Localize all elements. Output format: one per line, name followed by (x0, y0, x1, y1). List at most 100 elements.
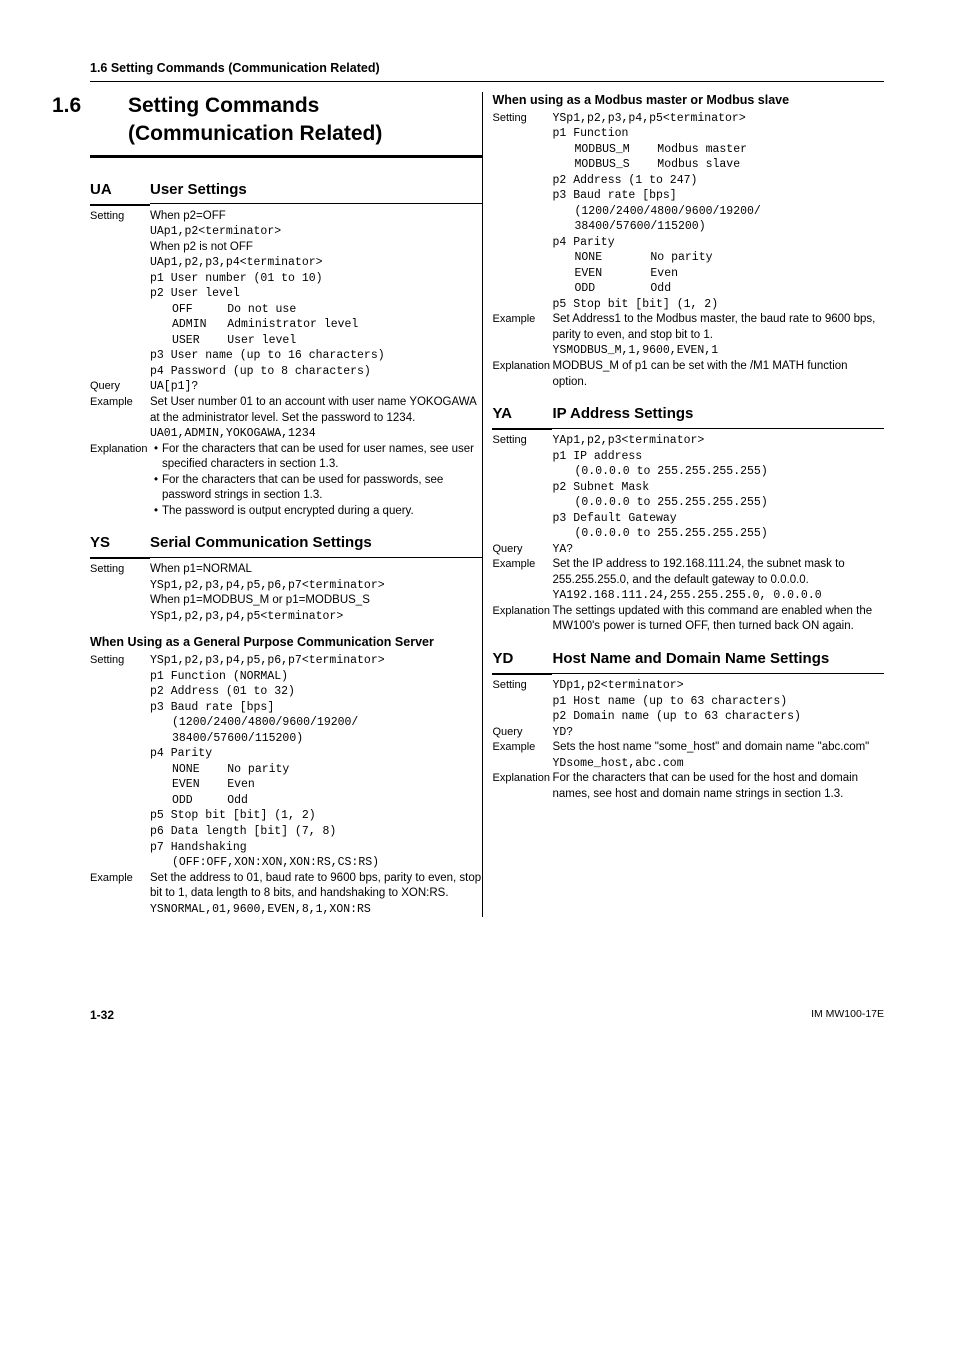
ya-setting: YAp1,p2,p3<terminator> (552, 433, 884, 449)
yd-query: YD? (552, 725, 884, 741)
ys-s1-p2: p2 Address (01 to 32) (150, 684, 482, 700)
ys-s1-p4: p4 Parity (150, 746, 482, 762)
ys-s2-p1-s: MODBUS_S Modbus slave (552, 157, 884, 173)
label-example: Example (492, 557, 552, 572)
ys-s1-p3c: 38400/57600/115200) (150, 731, 482, 747)
ua-ex2: UA01,ADMIN,YOKOGAWA,1234 (150, 426, 482, 442)
section-header: 1.6 Setting Commands (Communication Rela… (90, 60, 884, 82)
ys-s1-setting: YSp1,p2,p3,p4,p5,p6,p7<terminator> (150, 653, 482, 669)
ys-s1-p1: p1 Function (NORMAL) (150, 669, 482, 685)
ys-s2-p1: p1 Function (552, 126, 884, 142)
ys-s1-p4-odd: ODD Odd (150, 793, 482, 809)
ys-setting-l2: YSp1,p2,p3,p4,p5,p6,p7<terminator> (150, 578, 482, 594)
label-query: Query (90, 379, 150, 394)
ua-setting-l3: When p2 is not OFF (150, 240, 482, 256)
ua-setting-l4: UAp1,p2,p3,p4<terminator> (150, 255, 482, 271)
bullet-icon: • (150, 473, 162, 504)
ya-p1b: (0.0.0.0 to 255.255.255.255) (552, 464, 884, 480)
ua-exp-b1: For the characters that can be used for … (162, 442, 482, 473)
title-underline (90, 155, 482, 158)
ua-ex1: Set User number 01 to an account with us… (150, 395, 482, 426)
cmd-ya-head: YAIP Address Settings (492, 404, 884, 424)
doc-id: IM MW100-17E (811, 1007, 884, 1023)
right-column: When using as a Modbus master or Modbus … (482, 92, 884, 917)
ys-s1-p3b: (1200/2400/4800/9600/19200/ (150, 715, 482, 731)
label-setting: Setting (492, 678, 552, 693)
cmd-ys-underline (90, 557, 482, 559)
ys-s2-p3b: (1200/2400/4800/9600/19200/ (552, 204, 884, 220)
ya-p2: p2 Subnet Mask (552, 480, 884, 496)
cmd-yd-head: YDHost Name and Domain Name Settings (492, 649, 884, 669)
label-explanation: Explanation (492, 771, 552, 786)
ua-p1: p1 User number (01 to 10) (150, 271, 482, 287)
label-explanation: Explanation (492, 604, 552, 619)
ua-p2-admin: ADMIN Administrator level (150, 317, 482, 333)
cmd-yd-name: Host Name and Domain Name Settings (552, 650, 829, 667)
label-example: Example (90, 395, 150, 410)
cmd-ua-head: UAUser Settings (90, 180, 482, 200)
content-columns: 1.6Setting Commands (Communication Relat… (90, 92, 884, 917)
page-footer: 1-32 IM MW100-17E (90, 1007, 884, 1023)
ua-p2: p2 User level (150, 286, 482, 302)
yd-p1: p1 Host name (up to 63 characters) (552, 694, 884, 710)
yd-p2: p2 Domain name (up to 63 characters) (552, 709, 884, 725)
label-setting: Setting (90, 653, 150, 668)
cmd-ua-underline (90, 204, 482, 206)
ys-s2-p2: p2 Address (1 to 247) (552, 173, 884, 189)
ys-s1-p5: p5 Stop bit [bit] (1, 2) (150, 808, 482, 824)
yd-ex1: Sets the host name "some_host" and domai… (552, 740, 884, 756)
ua-p2-off: OFF Do not use (150, 302, 482, 318)
ys-s2-exp: MODBUS_M of p1 can be set with the /M1 M… (552, 359, 884, 390)
left-column: 1.6Setting Commands (Communication Relat… (90, 92, 482, 917)
ya-ex2: YA192.168.111.24,255.255.255.0, 0.0.0.0 (552, 588, 884, 604)
ys-s2-p3: p3 Baud rate [bps] (552, 188, 884, 204)
label-example: Example (492, 312, 552, 327)
ya-p3b: (0.0.0.0 to 255.255.255.255) (552, 526, 884, 542)
ys-s2-p1-m: MODBUS_M Modbus master (552, 142, 884, 158)
ys-s2-p4-even: EVEN Even (552, 266, 884, 282)
ua-exp-b3: The password is output encrypted during … (162, 504, 482, 520)
cmd-ua-name: User Settings (150, 181, 247, 198)
cmd-ys-code: YS (90, 533, 150, 553)
label-query: Query (492, 725, 552, 740)
label-explanation: Explanation (90, 442, 150, 457)
ys-setting-l3: When p1=MODBUS_M or p1=MODBUS_S (150, 593, 482, 609)
ya-exp: The settings updated with this command a… (552, 604, 884, 635)
yd-setting: YDp1,p2<terminator> (552, 678, 884, 694)
label-setting: Setting (492, 111, 552, 126)
ys-s2-p4-none: NONE No parity (552, 250, 884, 266)
ys-setting-l4: YSp1,p2,p3,p4,p5<terminator> (150, 609, 482, 625)
label-query: Query (492, 542, 552, 557)
page-number: 1-32 (90, 1007, 114, 1023)
ua-query: UA[p1]? (150, 379, 482, 395)
cmd-ys-head: YSSerial Communication Settings (90, 533, 482, 553)
ys-s1-p7: p7 Handshaking (150, 840, 482, 856)
ys-s2-ex1: Set Address1 to the Modbus master, the b… (552, 312, 884, 343)
cmd-yd-underline (492, 673, 884, 675)
ya-ex1: Set the IP address to 192.168.111.24, th… (552, 557, 884, 588)
ua-p2-user: USER User level (150, 333, 482, 349)
title-text: Setting Commands (Communication Related) (128, 94, 382, 145)
ys-s1-ex: Set the address to 01, baud rate to 9600… (150, 871, 482, 902)
cmd-ya-code: YA (492, 404, 552, 424)
cmd-ya-name: IP Address Settings (552, 405, 693, 422)
ys-s1-p4-none: NONE No parity (150, 762, 482, 778)
ys-setting-l1: When p1=NORMAL (150, 562, 482, 578)
ya-p3: p3 Default Gateway (552, 511, 884, 527)
label-explanation: Explanation (492, 359, 552, 374)
ua-p3: p3 User name (up to 16 characters) (150, 348, 482, 364)
ys-s2-p4: p4 Parity (552, 235, 884, 251)
ys-s2-setting: YSp1,p2,p3,p4,p5<terminator> (552, 111, 884, 127)
label-setting: Setting (90, 562, 150, 577)
label-example: Example (492, 740, 552, 755)
label-setting: Setting (90, 209, 150, 224)
ua-setting-l2: UAp1,p2<terminator> (150, 224, 482, 240)
label-example: Example (90, 871, 150, 886)
label-setting: Setting (492, 433, 552, 448)
ua-setting-l1: When p2=OFF (150, 209, 482, 225)
ys-sub2: When using as a Modbus master or Modbus … (492, 92, 884, 109)
bullet-icon: • (150, 442, 162, 473)
title-number: 1.6 (90, 92, 128, 120)
ys-s1-ex2: YSNORMAL,01,9600,EVEN,8,1,XON:RS (150, 902, 482, 918)
ys-s2-p5: p5 Stop bit [bit] (1, 2) (552, 297, 884, 313)
